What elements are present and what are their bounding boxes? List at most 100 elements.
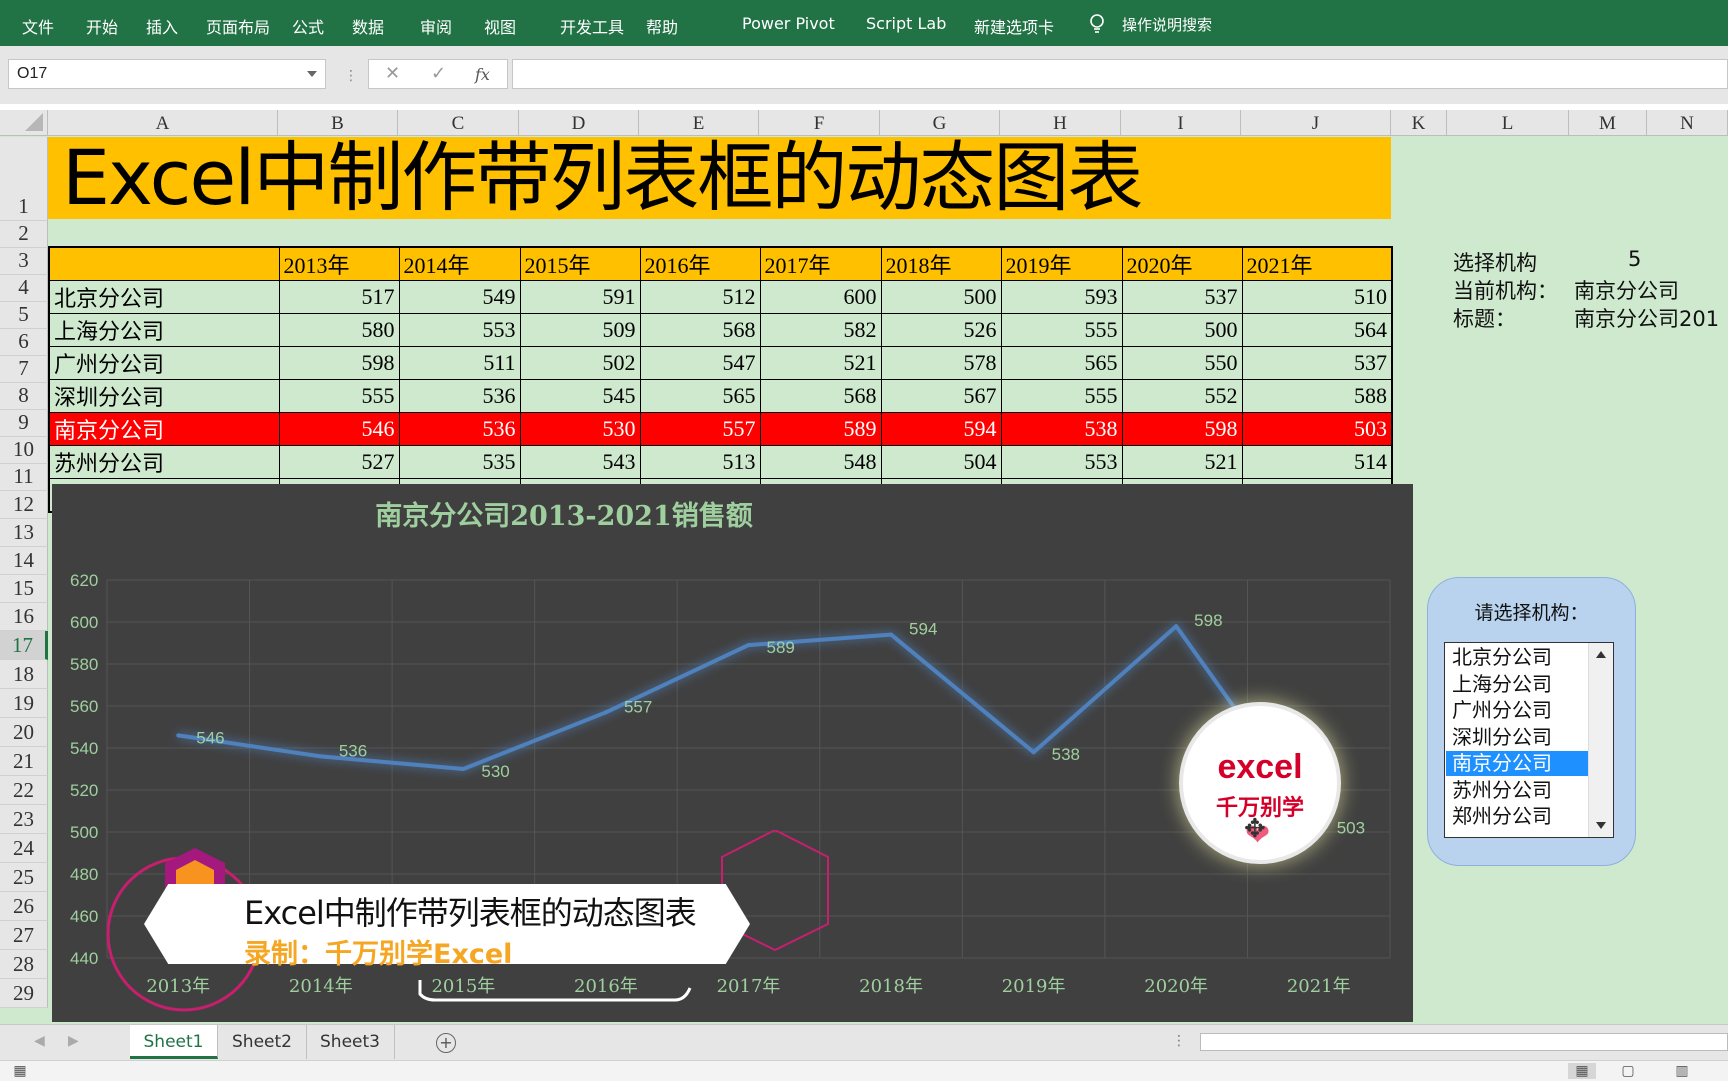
column-header-f[interactable]: F [759,110,880,136]
formula-input[interactable] [512,59,1728,89]
row-header-13[interactable]: 13 [0,519,48,547]
scroll-right-icon[interactable]: ▶ [68,1033,79,1049]
row-header-23[interactable]: 23 [0,805,48,834]
row-header-2[interactable]: 2 [0,221,48,248]
tab-data[interactable]: 数据 [352,14,384,38]
listbox-item[interactable]: 深圳分公司 [1446,725,1588,750]
column-header-i[interactable]: I [1121,110,1241,136]
value-cell[interactable]: 500 [880,280,1002,314]
value-cell[interactable]: 548 [759,445,882,479]
column-header-e[interactable]: E [639,110,759,136]
value-cell[interactable]: 526 [880,313,1002,347]
value-cell[interactable]: 535 [398,445,521,479]
value-cell[interactable]: 543 [519,445,641,479]
value-cell[interactable]: 565 [639,379,761,413]
cancel-icon[interactable]: ✕ [385,63,400,84]
row-header-3[interactable]: 3 [0,248,48,275]
tab-power-pivot[interactable]: Power Pivot [742,14,835,33]
row-header-24[interactable]: 24 [0,834,48,863]
value-cell[interactable]: 552 [1121,379,1243,413]
value-cell[interactable]: 555 [1000,379,1123,413]
value-cell[interactable]: 500 [1121,313,1243,347]
row-header-4[interactable]: 4 [0,275,48,302]
value-cell[interactable]: 564 [1241,313,1393,347]
branch-name-cell[interactable]: 南京分公司 [48,412,280,446]
row-header-27[interactable]: 27 [0,921,48,950]
chevron-down-icon[interactable] [307,71,317,77]
value-cell[interactable]: 514 [1241,445,1393,479]
branch-name-cell[interactable]: 广州分公司 [48,346,280,380]
column-header-a[interactable]: A [48,110,278,136]
year-header-cell[interactable]: 2021年 [1241,246,1393,281]
branch-name-cell[interactable]: 上海分公司 [48,313,280,347]
year-header-cell[interactable]: 2014年 [398,246,521,281]
row-header-14[interactable]: 14 [0,547,48,575]
chart-title[interactable]: 南京分公司2013-2021销售额 [52,494,1076,533]
column-header-l[interactable]: L [1447,110,1569,136]
value-cell[interactable]: 530 [519,412,641,446]
insert-function-icon[interactable]: fx [475,65,490,84]
value-cell[interactable]: 557 [639,412,761,446]
row-header-20[interactable]: 20 [0,718,48,747]
year-header-cell[interactable]: 2016年 [639,246,761,281]
branch-name-cell[interactable]: 苏州分公司 [48,445,280,479]
row-header-25[interactable]: 25 [0,863,48,892]
tab-view[interactable]: 视图 [484,14,516,38]
value-cell[interactable]: 547 [639,346,761,380]
value-cell[interactable]: 553 [398,313,521,347]
select-all-corner[interactable] [0,110,48,136]
row-header-22[interactable]: 22 [0,776,48,805]
value-cell[interactable]: 521 [759,346,882,380]
tab-file[interactable]: 文件 [22,14,54,38]
column-header-d[interactable]: D [519,110,639,136]
value-cell[interactable]: 538 [1000,412,1123,446]
value-cell[interactable]: 578 [880,346,1002,380]
column-header-m[interactable]: M [1569,110,1647,136]
macro-record-icon[interactable]: ▦ [6,1063,34,1079]
row-header-7[interactable]: 7 [0,356,48,383]
value-cell[interactable]: 503 [1241,412,1393,446]
org-listbox[interactable]: 北京分公司 上海分公司 广州分公司 深圳分公司 南京分公司 苏州分公司 郑州分公司 [1444,642,1614,838]
value-cell[interactable]: 553 [1000,445,1123,479]
value-cell[interactable]: 568 [759,379,882,413]
branch-name-cell[interactable]: 北京分公司 [48,280,280,314]
tab-insert[interactable]: 插入 [146,14,178,38]
column-header-n[interactable]: N [1647,110,1728,136]
row-header-10[interactable]: 10 [0,437,48,464]
value-cell[interactable]: 600 [759,280,882,314]
value-cell[interactable]: 517 [278,280,400,314]
listbox-scrollbar[interactable] [1588,643,1613,837]
row-header-9[interactable]: 9 [0,410,48,437]
value-cell[interactable]: 589 [759,412,882,446]
more-icon[interactable]: ⋮ [344,68,358,84]
page-layout-view-icon[interactable]: ▢ [1614,1063,1642,1079]
value-cell[interactable]: 536 [398,379,521,413]
year-header-cell[interactable]: 2015年 [519,246,641,281]
row-header-8[interactable]: 8 [0,383,48,410]
normal-view-icon[interactable]: ▦ [1568,1063,1596,1079]
row-header-5[interactable]: 5 [0,302,48,329]
year-header-cell[interactable]: 2018年 [880,246,1002,281]
column-header-g[interactable]: G [880,110,1000,136]
column-header-k[interactable]: K [1391,110,1447,136]
value-cell[interactable]: 527 [278,445,400,479]
year-header-cell[interactable]: 2019年 [1000,246,1123,281]
scroll-up-icon[interactable] [1596,651,1606,658]
tell-me-search[interactable]: 操作说明搜索 [1122,14,1212,35]
column-header-b[interactable]: B [278,110,398,136]
value-cell[interactable]: 502 [519,346,641,380]
value-cell[interactable]: 550 [1121,346,1243,380]
value-cell[interactable]: 582 [759,313,882,347]
tab-review[interactable]: 审阅 [420,14,452,38]
value-cell[interactable]: 545 [519,379,641,413]
value-cell[interactable]: 580 [278,313,400,347]
sheet-tab-1[interactable]: Sheet1 [130,1025,218,1059]
listbox-item[interactable]: 广州分公司 [1446,698,1588,723]
name-box[interactable]: O17 [8,59,326,89]
tab-home[interactable]: 开始 [86,14,118,38]
row-header-16[interactable]: 16 [0,603,48,631]
row-header-26[interactable]: 26 [0,892,48,921]
enter-icon[interactable]: ✓ [431,63,446,84]
year-header-cell[interactable]: 2020年 [1121,246,1243,281]
year-header-cell[interactable]: 2013年 [278,246,400,281]
